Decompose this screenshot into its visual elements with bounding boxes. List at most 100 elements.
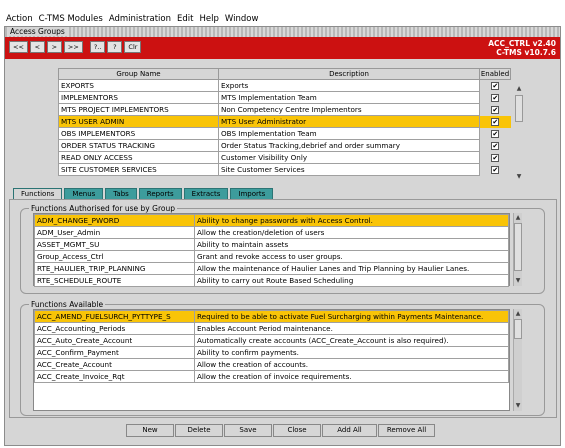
group-name-cell[interactable]: MTS PROJECT IMPLEMENTORS xyxy=(58,103,219,116)
authorised-function-row[interactable]: ADM_User_Admin Allow the creation/deletio… xyxy=(34,226,509,239)
authorised-function-row[interactable]: RTE_SCHEDULE_ROUTE Ability to carry out R… xyxy=(34,274,509,287)
add-all-button[interactable]: Add All xyxy=(322,424,377,437)
enabled-checkbox[interactable]: ✔ xyxy=(491,82,500,91)
previous-record-button[interactable]: < xyxy=(29,41,45,53)
available-function-name-cell[interactable]: ACC_Confirm_Payment xyxy=(34,346,195,359)
close-button[interactable]: Close xyxy=(273,424,321,437)
menu-help[interactable]: Help xyxy=(199,14,218,24)
enabled-checkbox[interactable]: ✔ xyxy=(491,142,500,150)
authorised-function-description-cell[interactable]: Allow the maintenance of Haulier Lanes a… xyxy=(194,262,509,275)
tab-reports[interactable]: Reports xyxy=(138,188,182,199)
menu-ctms-modules[interactable]: C-TMS Modules xyxy=(39,14,103,24)
group-row[interactable]: MTS PROJECT IMPLEMENTORS Non Competency C… xyxy=(58,103,511,116)
scroll-down-icon[interactable]: ▼ xyxy=(514,401,522,410)
available-function-description-cell[interactable]: Allow the creation of accounts. xyxy=(194,358,509,371)
authorised-function-row[interactable]: RTE_HAULIER_TRIP_PLANNING Allow the maint… xyxy=(34,262,509,275)
group-row[interactable]: SITE CUSTOMER SERVICES Site Customer Serv… xyxy=(58,163,511,176)
group-name-cell[interactable]: MTS USER ADMIN xyxy=(58,115,219,128)
menu-window[interactable]: Window xyxy=(225,14,259,24)
authorised-function-row[interactable]: Group_Access_Ctrl Grant and revoke access… xyxy=(34,250,509,263)
available-function-row[interactable]: ACC_Create_Account Allow the creation of … xyxy=(34,358,509,371)
scroll-down-icon[interactable]: ▼ xyxy=(514,276,522,285)
scroll-up-icon[interactable]: ▲ xyxy=(514,213,522,222)
remove-all-button[interactable]: Remove All xyxy=(378,424,435,437)
enter-query-button[interactable]: ?.. xyxy=(89,41,106,53)
new-button[interactable]: New xyxy=(126,424,174,437)
tab-imports[interactable]: Imports xyxy=(230,188,274,199)
group-name-cell[interactable]: EXPORTS xyxy=(58,79,219,92)
last-record-button[interactable]: >> xyxy=(63,41,83,53)
authorised-function-row[interactable]: ASSET_MGMT_SU Ability to maintain assets xyxy=(34,238,509,251)
available-function-description-cell[interactable]: Automatically create accounts (ACC_Creat… xyxy=(194,334,509,347)
authorised-function-description-cell[interactable]: Ability to change passwords with Access … xyxy=(194,214,509,227)
group-name-cell[interactable]: IMPLEMENTORS xyxy=(58,91,219,104)
group-name-cell[interactable]: OBS IMPLEMENTORS xyxy=(58,127,219,140)
enabled-checkbox[interactable]: ✔ xyxy=(491,130,500,138)
group-description-cell[interactable]: MTS Implementation Team xyxy=(218,91,480,104)
available-function-row[interactable]: ACC_Confirm_Payment Ability to confirm pa… xyxy=(34,346,509,359)
groups-scrollbar[interactable]: ▲ ▼ xyxy=(515,84,524,182)
group-description-cell[interactable]: Exports xyxy=(218,79,480,92)
group-row[interactable]: READ ONLY ACCESS Customer Visibility Only… xyxy=(58,151,511,164)
enabled-checkbox[interactable]: ✔ xyxy=(491,166,500,174)
available-function-description-cell[interactable]: Enables Account Period maintenance. xyxy=(194,322,509,335)
next-record-button[interactable]: > xyxy=(46,41,62,53)
available-function-name-cell[interactable]: ACC_AMEND_FUELSURCH_PYTTYPE_S xyxy=(34,310,195,323)
execute-query-button[interactable]: ? xyxy=(107,41,123,53)
scroll-up-icon[interactable]: ▲ xyxy=(514,309,522,318)
group-name-cell[interactable]: READ ONLY ACCESS xyxy=(58,151,219,164)
column-header-description[interactable]: Description xyxy=(218,68,480,80)
available-function-description-cell[interactable]: Allow the creation of invoice requiremen… xyxy=(194,370,509,383)
group-row[interactable]: EXPORTS Exports ✔ xyxy=(58,79,511,92)
authorised-function-name-cell[interactable]: ADM_CHANGE_PWORD xyxy=(34,214,195,227)
available-function-name-cell[interactable]: ACC_Accounting_Periods xyxy=(34,322,195,335)
scroll-thumb[interactable] xyxy=(514,319,522,339)
group-description-cell[interactable]: Non Competency Centre Implementors xyxy=(218,103,480,116)
authorised-function-name-cell[interactable]: ADM_User_Admin xyxy=(34,226,195,239)
column-header-group-name[interactable]: Group Name xyxy=(58,68,219,80)
authorised-function-row[interactable]: ADM_CHANGE_PWORD Ability to change passwo… xyxy=(34,214,509,227)
authorised-function-name-cell[interactable]: Group_Access_Ctrl xyxy=(34,250,195,263)
available-scrollbar[interactable]: ▲ ▼ xyxy=(513,309,522,411)
available-function-name-cell[interactable]: ACC_Create_Account xyxy=(34,358,195,371)
delete-button[interactable]: Delete xyxy=(175,424,223,437)
enabled-checkbox[interactable]: ✔ xyxy=(491,106,500,114)
available-function-name-cell[interactable]: ACC_Auto_Create_Account xyxy=(34,334,195,347)
group-name-cell[interactable]: ORDER STATUS TRACKING xyxy=(58,139,219,152)
available-function-row[interactable]: ACC_Accounting_Periods Enables Account Pe… xyxy=(34,322,509,335)
group-description-cell[interactable]: Customer Visibility Only xyxy=(218,151,480,164)
authorised-function-description-cell[interactable]: Ability to carry out Route Based Schedul… xyxy=(194,274,509,287)
first-record-button[interactable]: << xyxy=(9,41,28,53)
tab-tabs[interactable]: Tabs xyxy=(105,188,137,199)
tab-menus[interactable]: Menus xyxy=(64,188,104,199)
authorised-function-name-cell[interactable]: RTE_SCHEDULE_ROUTE xyxy=(34,274,195,287)
menu-administration[interactable]: Administration xyxy=(109,14,171,24)
enabled-checkbox[interactable]: ✔ xyxy=(491,94,500,102)
authorised-function-description-cell[interactable]: Ability to maintain assets xyxy=(194,238,509,251)
available-function-row[interactable]: ACC_Create_Invoice_Rqt Allow the creation… xyxy=(34,370,509,383)
available-function-description-cell[interactable]: Ability to confirm payments. xyxy=(194,346,509,359)
available-function-row[interactable]: ACC_AMEND_FUELSURCH_PYTTYPE_S Required to… xyxy=(34,310,509,323)
available-function-name-cell[interactable]: ACC_Create_Invoice_Rqt xyxy=(34,370,195,383)
menu-edit[interactable]: Edit xyxy=(177,14,193,24)
group-description-cell[interactable]: MTS User Administrator xyxy=(218,115,480,128)
authorised-function-description-cell[interactable]: Allow the creation/deletion of users xyxy=(194,226,509,239)
group-description-cell[interactable]: Order Status Tracking,debrief and order … xyxy=(218,139,480,152)
tab-functions[interactable]: Functions xyxy=(13,188,63,199)
group-description-cell[interactable]: OBS Implementation Team xyxy=(218,127,480,140)
available-function-description-cell[interactable]: Required to be able to activate Fuel Sur… xyxy=(194,310,509,323)
authorised-function-name-cell[interactable]: ASSET_MGMT_SU xyxy=(34,238,195,251)
scroll-down-icon[interactable]: ▼ xyxy=(515,172,523,181)
enabled-checkbox[interactable]: ✔ xyxy=(491,118,500,126)
group-row[interactable]: MTS USER ADMIN MTS User Administrator ✔ xyxy=(58,115,511,128)
group-name-cell[interactable]: SITE CUSTOMER SERVICES xyxy=(58,163,219,176)
scroll-up-icon[interactable]: ▲ xyxy=(515,84,523,93)
menu-action[interactable]: Action xyxy=(6,14,33,24)
group-description-cell[interactable]: Site Customer Services xyxy=(218,163,480,176)
group-row[interactable]: IMPLEMENTORS MTS Implementation Team ✔ xyxy=(58,91,511,104)
group-row[interactable]: ORDER STATUS TRACKING Order Status Tracki… xyxy=(58,139,511,152)
save-button[interactable]: Save xyxy=(224,424,272,437)
authorised-scrollbar[interactable]: ▲ ▼ xyxy=(513,213,522,286)
scroll-thumb[interactable] xyxy=(515,95,523,122)
column-header-enabled[interactable]: Enabled xyxy=(479,68,511,80)
